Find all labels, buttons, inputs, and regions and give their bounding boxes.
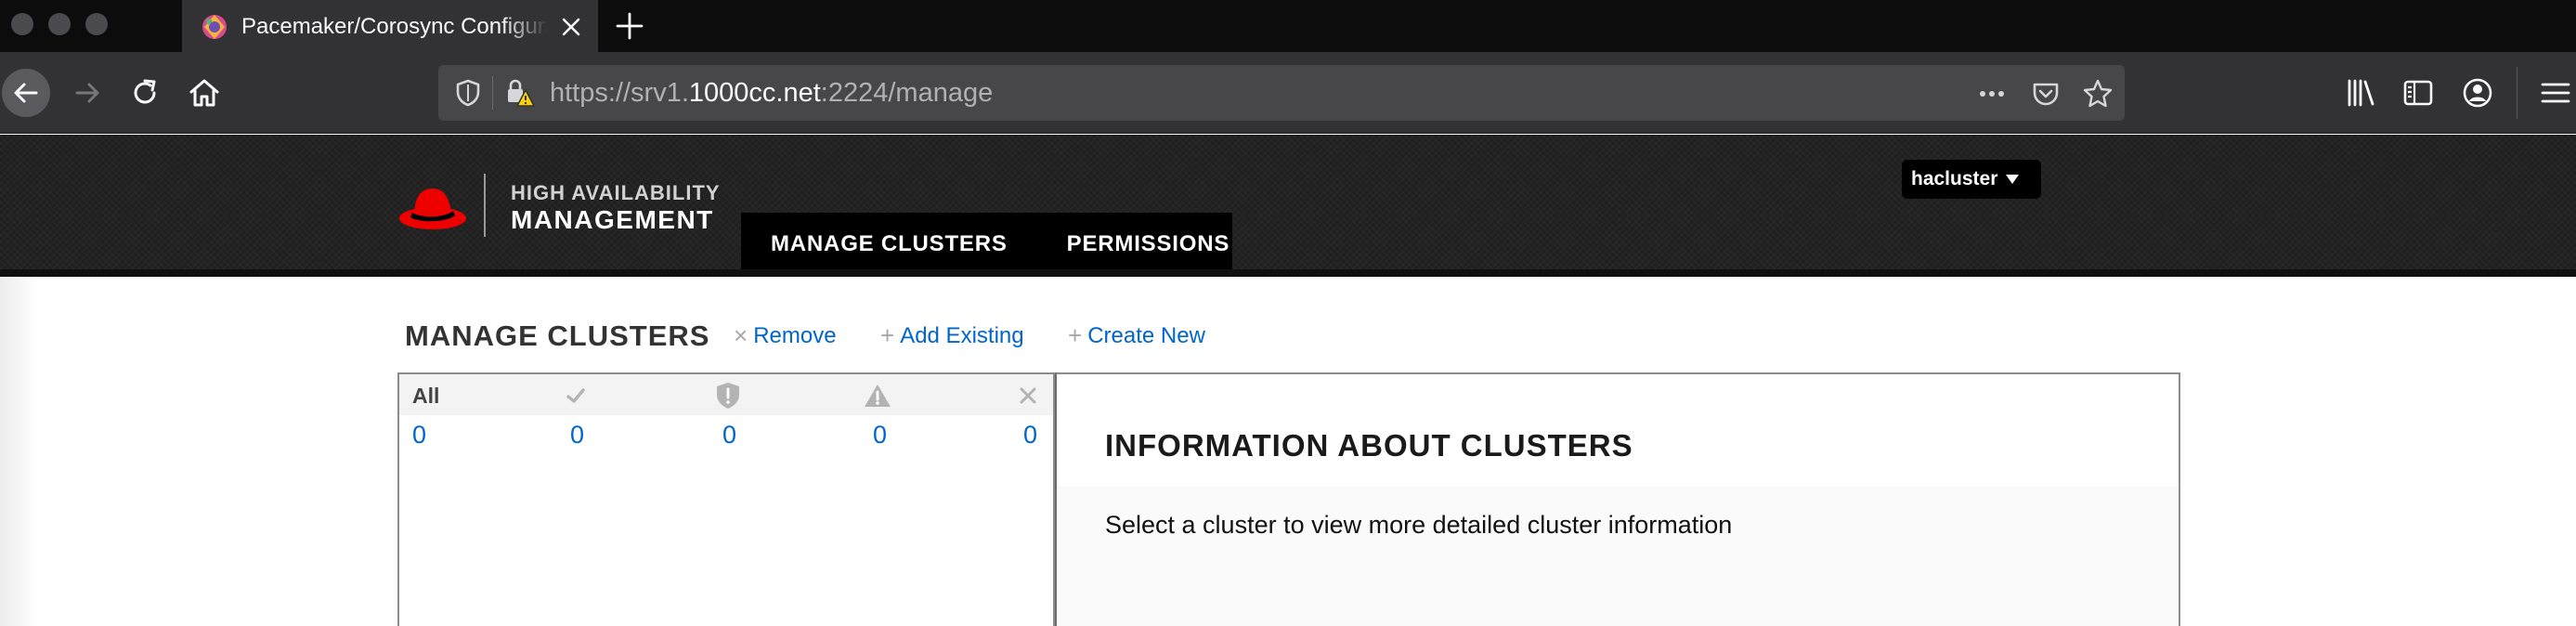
add-existing-link[interactable]: + Add Existing [880,321,1024,350]
address-bar-divider [492,76,493,110]
filter-error[interactable] [715,382,741,410]
reload-button[interactable] [123,71,167,115]
app-header: HIGH AVAILABILITY MANAGEMENT MANAGE CLUS… [0,135,2576,275]
back-button[interactable] [2,69,50,117]
main-navigation: MANAGE CLUSTERS PERMISSIONS [741,213,1232,275]
browser-tab[interactable]: Pacemaker/Corosync Configuration [182,0,598,52]
more-dots-icon[interactable] [1976,78,2008,110]
url-domain: 1000cc.net [688,78,821,108]
nav-permissions[interactable]: PERMISSIONS [1067,231,1230,257]
count-unknown[interactable]: 0 [1023,421,1037,450]
window-zoom-button[interactable] [85,13,108,35]
shield-icon[interactable] [453,78,483,108]
filter-unknown[interactable] [1018,382,1038,410]
create-new-link[interactable]: + Create New [1068,321,1205,350]
plus-icon[interactable] [613,9,646,43]
page-edge-shade [0,277,37,626]
url-text[interactable]: https://srv1.1000cc.net:2224/manage [550,78,993,108]
pacemaker-favicon-icon [202,15,227,39]
header-bottom-border [0,269,2576,277]
remove-link[interactable]: × Remove [734,321,837,350]
checkmark-icon [566,388,585,403]
redhat-logo-icon [399,189,466,229]
count-error[interactable]: 0 [722,421,736,450]
add-plus-icon: + [880,321,895,349]
logo-divider [484,174,486,237]
create-new-label: Create New [1087,322,1205,348]
count-ok[interactable]: 0 [570,421,584,450]
user-menu[interactable]: hacluster [1902,160,2041,199]
filter-warning[interactable] [864,382,891,410]
address-bar[interactable]: https://srv1.1000cc.net:2224/manage [438,65,2125,121]
add-existing-label: Add Existing [900,322,1024,348]
shield-alert-icon [717,383,739,409]
star-icon[interactable] [2082,78,2114,110]
close-icon[interactable] [555,11,587,43]
home-button[interactable] [182,71,227,115]
username: hacluster [1911,168,1998,189]
remove-x-icon: × [734,321,748,349]
logo-text-line1: HIGH AVAILABILITY [511,181,721,204]
arrow-right-icon [75,83,99,103]
tab-title: Pacemaker/Corosync Configuration [241,14,548,39]
arrow-left-icon [14,83,38,103]
cluster-info-panel: INFORMATION ABOUT CLUSTERS Select a clus… [1055,372,2180,626]
remove-label: Remove [753,322,837,348]
reload-icon [134,79,156,104]
filter-ok[interactable] [565,382,587,410]
count-warning[interactable]: 0 [873,421,887,450]
forward-button[interactable] [65,71,110,115]
status-filter-header: All [399,374,1053,415]
page-title: MANAGE CLUSTERS [405,320,710,352]
nav-manage-clusters[interactable]: MANAGE CLUSTERS [771,231,1008,257]
warning-lock-icon[interactable] [503,77,535,109]
account-icon[interactable] [2461,76,2494,110]
warning-triangle-icon [865,385,891,407]
filter-all-label: All [412,383,440,408]
sidebar-icon[interactable] [2401,76,2435,110]
count-all[interactable]: 0 [412,421,426,450]
cluster-list: All 0 0 0 0 0 [397,372,1055,626]
menu-icon[interactable] [2539,76,2572,110]
home-icon [189,79,219,107]
info-title: INFORMATION ABOUT CLUSTERS [1105,428,1633,463]
logo-text-line2: MANAGEMENT [511,205,714,234]
window-close-button[interactable] [11,13,33,35]
filter-all[interactable]: All [412,382,439,410]
x-icon [1020,387,1036,404]
info-text: Select a cluster to view more detailed c… [1105,511,1733,539]
caret-down-icon [2006,175,2020,184]
url-prefix: https://srv1. [550,78,689,108]
create-plus-icon: + [1068,321,1083,349]
pocket-icon[interactable] [2030,78,2062,110]
window-minimize-button[interactable] [48,13,71,35]
url-path: :2224/manage [820,78,994,108]
browser-tab-bar: Pacemaker/Corosync Configuration [0,0,2576,52]
library-icon[interactable] [2344,76,2377,110]
browser-navigation-bar: https://srv1.1000cc.net:2224/manage [0,52,2576,134]
